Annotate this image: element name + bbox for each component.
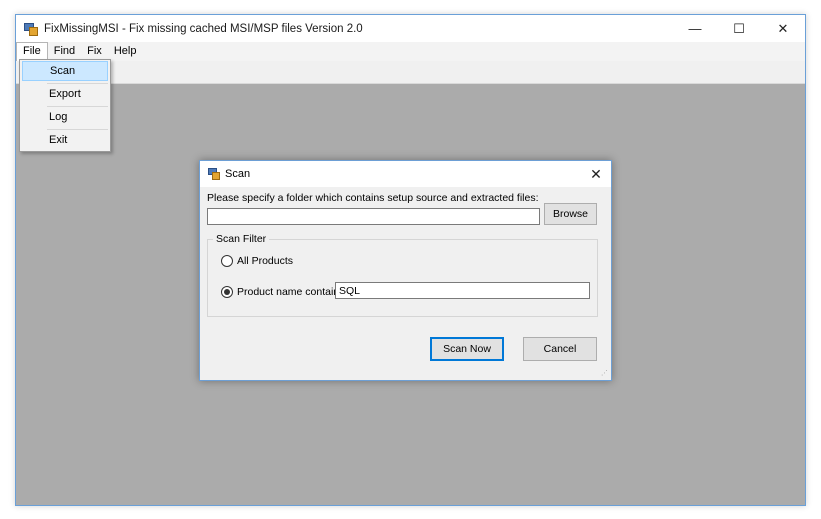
folder-label: Please specify a folder which contains s… [207,192,539,204]
window-controls: — ☐ ✕ [673,15,805,42]
radio-all-products-label: All Products [237,255,294,267]
toolstrip [16,61,805,84]
radio-button-selected[interactable] [221,286,233,298]
menu-help[interactable]: Help [108,42,143,61]
dialog-title-bar: Scan ✕ [200,161,611,187]
resize-grip-icon[interactable]: ⋰ [601,370,609,378]
dialog-app-icon [208,168,220,180]
title-bar: FixMissingMSI - Fix missing cached MSI/M… [16,15,805,42]
scan-filter-group: Scan Filter All Products Product name co… [207,233,598,317]
scan-now-button[interactable]: Scan Now [430,337,504,361]
radio-button[interactable] [221,255,233,267]
product-name-input[interactable]: SQL [335,282,590,299]
radio-product-name-label: Product name contains: [237,286,348,298]
menu-item-exit[interactable]: Exit [22,130,108,150]
maximize-button[interactable]: ☐ [717,15,761,42]
radio-product-name[interactable]: Product name contains: [221,286,347,298]
close-button[interactable]: ✕ [761,15,805,42]
dialog-title: Scan [225,168,251,180]
menu-item-scan[interactable]: Scan [22,61,108,81]
scan-filter-label: Scan Filter [213,233,270,245]
folder-input[interactable] [207,208,540,225]
file-menu-dropdown: Scan Export Log Exit [19,59,111,152]
radio-all-products[interactable]: All Products [221,255,293,267]
window-title: FixMissingMSI - Fix missing cached MSI/M… [44,22,363,35]
menu-item-log[interactable]: Log [22,107,108,127]
menu-bar: File Find Fix Help [16,42,805,61]
minimize-button[interactable]: — [673,15,717,42]
browse-button[interactable]: Browse [544,203,597,225]
scan-dialog: Scan ✕ Please specify a folder which con… [199,160,612,381]
menu-item-export[interactable]: Export [22,84,108,104]
app-icon [24,22,38,36]
cancel-button[interactable]: Cancel [523,337,597,361]
dialog-close-button[interactable]: ✕ [585,164,607,184]
